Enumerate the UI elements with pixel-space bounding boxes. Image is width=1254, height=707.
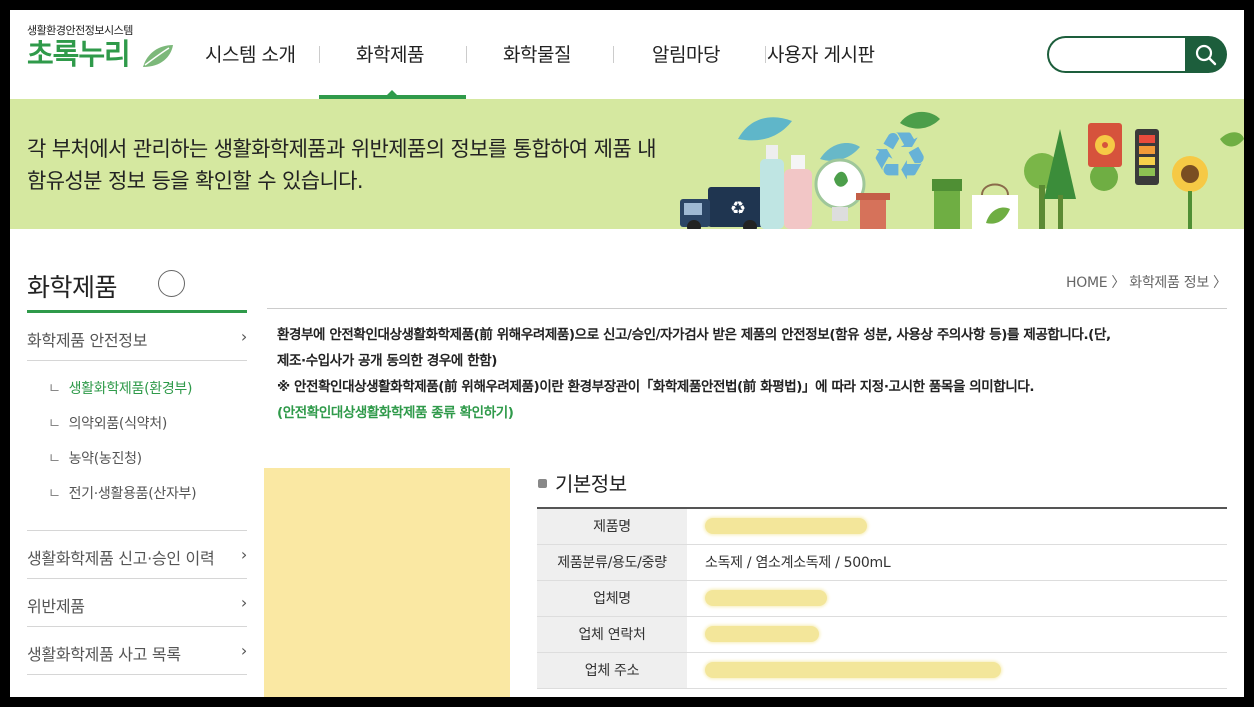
svg-text:♻: ♻ <box>730 198 746 219</box>
row-value <box>687 616 1227 653</box>
sub-prefix: ㄴ <box>48 381 61 397</box>
leaf-icon <box>142 45 173 67</box>
sidebar-item-label: 생활화학제품 신고·승인 이력 <box>27 549 215 568</box>
basic-info-table: 제품명 제품분류/용도/중량 소독제 / 염소계소독제 / 500mL 업체명 … <box>537 507 1227 689</box>
nav-divider <box>466 46 467 63</box>
nav-item-chemical-substances[interactable]: 화학물질 <box>503 40 571 67</box>
bullet-icon <box>538 479 547 488</box>
sidebar-divider <box>27 626 247 627</box>
nav-active-caret <box>386 90 398 96</box>
nav-divider <box>613 46 614 63</box>
notice-box: 환경부에 안전확인대상생활화학제품(前 위해우려제품)으로 신고/승인/자가검사… <box>277 322 1207 426</box>
table-row: 제품분류/용도/중량 소독제 / 염소계소독제 / 500mL <box>537 544 1227 581</box>
redacted-value <box>705 626 819 642</box>
svg-text:♻: ♻ <box>870 118 929 195</box>
sidebar-item-label: 위반제품 <box>27 597 85 616</box>
chevron-right-icon: › <box>240 641 247 660</box>
row-label: 제품명 <box>537 508 687 545</box>
sidebar-item-accidents[interactable]: 생활화학제품 사고 목록 › <box>27 641 247 665</box>
row-value <box>687 508 1227 545</box>
logo-subtitle: 생활환경안전정보시스템 <box>27 24 133 37</box>
row-label: 업체 연락처 <box>537 616 687 653</box>
chevron-right-icon: › <box>240 327 247 346</box>
redacted-value <box>705 518 867 535</box>
row-label: 업체명 <box>537 580 687 617</box>
chevron-right-icon: › <box>240 545 247 564</box>
notice-line: 환경부에 안전확인대상생활화학제품(前 위해우려제품)으로 신고/승인/자가검사… <box>277 327 1111 343</box>
site-header: 생활환경안전정보시스템 초록누리 시스템 소개 화학제품 화학물질 알림마당 사… <box>10 10 1244 99</box>
sidebar-title: 화학제품 <box>27 273 118 302</box>
page-frame: 생활환경안전정보시스템 초록누리 시스템 소개 화학제품 화학물질 알림마당 사… <box>10 10 1244 697</box>
sidebar-divider <box>27 578 247 579</box>
sub-prefix: ㄴ <box>48 486 61 502</box>
search-button[interactable] <box>1185 36 1227 73</box>
banner-line: 각 부처에서 관리하는 생활화학제품과 위반제품의 정보를 통합하여 제품 내 <box>27 137 657 161</box>
sidebar-divider <box>27 360 247 361</box>
row-value: 소독제 / 염소계소독제 / 500mL <box>687 544 1227 581</box>
notice-line: ※ 안전확인대상생활화학제품(前 위해우려제품)이란 환경부장관이「화학제품안전… <box>277 379 1035 395</box>
table-row: 업체명 <box>537 580 1227 617</box>
nav-item-user-board[interactable]: 사용자 게시판 <box>767 40 875 67</box>
search-input[interactable] <box>1063 38 1183 70</box>
product-image-placeholder <box>264 468 510 697</box>
basic-info-heading: 기본정보 <box>538 468 627 497</box>
row-value <box>687 652 1227 689</box>
row-value <box>687 580 1227 617</box>
product-types-link[interactable]: (안전확인대상생활화학제품 종류 확인하기) <box>277 400 1207 426</box>
logo-title: 초록누리 <box>27 38 175 70</box>
banner-line: 함유성분 정보 등을 확인할 수 있습니다. <box>27 169 364 193</box>
sidebar-subitem-label: 의약외품(식약처) <box>68 416 168 432</box>
sidebar-item-violations[interactable]: 위반제품 › <box>27 593 247 617</box>
basic-info-title: 기본정보 <box>555 472 627 496</box>
redacted-value <box>705 662 1001 678</box>
banner-text: 각 부처에서 관리하는 생활화학제품과 위반제품의 정보를 통합하여 제품 내 … <box>27 133 657 197</box>
sidebar-item-report-history[interactable]: 생활화학제품 신고·승인 이력 › <box>27 545 247 569</box>
table-row: 제품명 <box>537 508 1227 545</box>
sidebar-item-label: 생활화학제품 사고 목록 <box>27 645 181 664</box>
sidebar-divider <box>27 530 247 531</box>
table-row: 업체 연락처 <box>537 616 1227 653</box>
breadcrumb[interactable]: HOME 〉 화학제품 정보 〉 <box>1066 272 1227 292</box>
sidebar-title-underline <box>27 310 247 313</box>
row-label: 제품분류/용도/중량 <box>537 544 687 581</box>
sidebar-subitem-label: 농약(농진청) <box>68 451 143 467</box>
row-label: 업체 주소 <box>537 652 687 689</box>
nav-divider <box>765 46 766 63</box>
content-divider <box>267 308 1227 309</box>
chevron-right-icon: › <box>240 593 247 612</box>
sub-prefix: ㄴ <box>48 416 61 432</box>
sidebar-item-product-safety[interactable]: 화학제품 안전정보 › <box>27 327 247 351</box>
table-row: 업체 주소 <box>537 652 1227 689</box>
hero-banner: 각 부처에서 관리하는 생활화학제품과 위반제품의 정보를 통합하여 제품 내 … <box>10 99 1244 229</box>
sub-prefix: ㄴ <box>48 451 61 467</box>
sidebar-subitem-label: 전기·생활용품(산자부) <box>68 486 197 502</box>
logo-title-text: 초록누리 <box>27 37 131 71</box>
notice-line: 제조·수입사가 공개 동의한 경우에 한함) <box>277 353 498 369</box>
redacted-value <box>705 590 827 606</box>
nav-item-notice-board[interactable]: 알림마당 <box>652 40 720 67</box>
sidebar-subitem-electrical-goods[interactable]: ㄴ 전기·생활용품(산자부) <box>48 483 197 503</box>
sidebar-subitem-label: 생활화학제품(환경부) <box>68 381 193 397</box>
sidebar-divider <box>27 674 247 675</box>
sidebar-subitem-household-env[interactable]: ㄴ 생활화학제품(환경부) <box>48 378 192 398</box>
sidebar-subitem-quasi-drugs[interactable]: ㄴ 의약외품(식약처) <box>48 413 167 433</box>
nav-item-system-intro[interactable]: 시스템 소개 <box>205 40 296 67</box>
site-logo[interactable]: 생활환경안전정보시스템 초록누리 <box>27 22 175 70</box>
search-box <box>1047 36 1187 73</box>
nav-item-chemical-products[interactable]: 화학제품 <box>356 40 424 67</box>
sidebar-item-label: 화학제품 안전정보 <box>27 331 148 350</box>
sidebar-subitem-pesticides[interactable]: ㄴ 농약(농진청) <box>48 448 142 468</box>
search-icon <box>1195 44 1217 65</box>
sidebar-circle-icon <box>158 270 185 297</box>
banner-illustration: ♻ ♻ <box>680 111 1244 229</box>
nav-divider <box>319 46 320 63</box>
